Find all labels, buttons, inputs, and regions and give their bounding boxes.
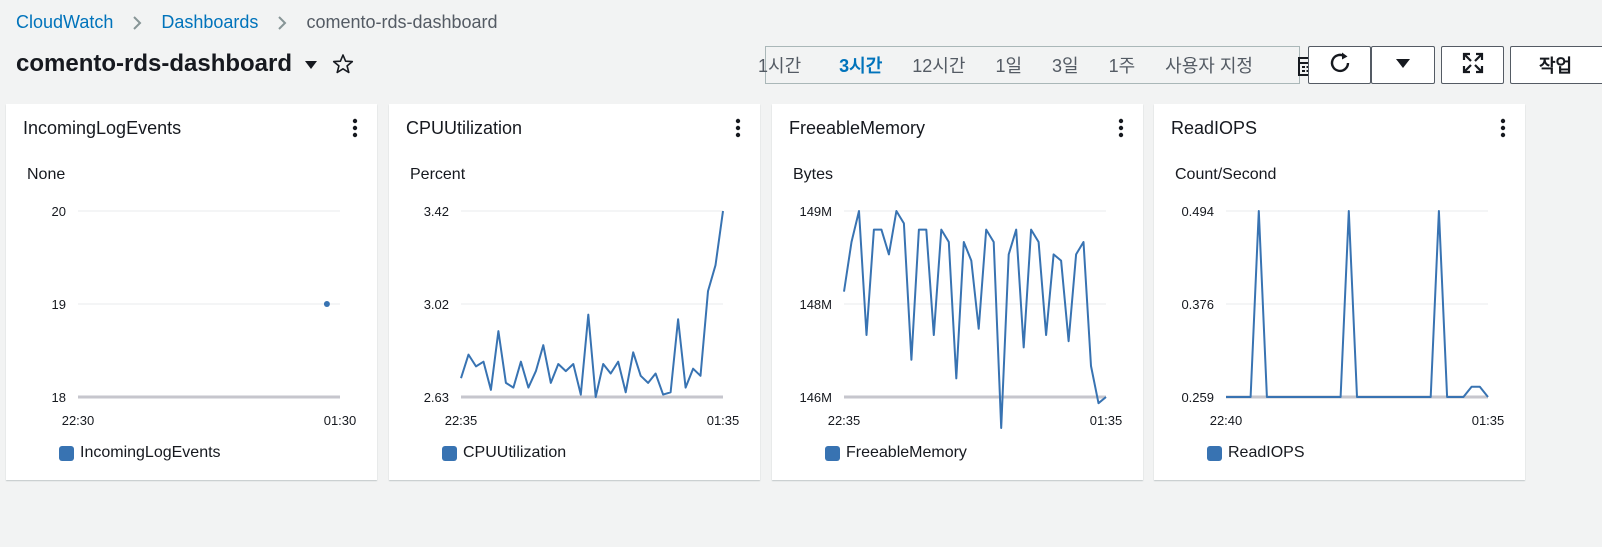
legend-swatch <box>825 445 840 461</box>
actions-button-label: 작업 <box>1539 56 1573 76</box>
time-range-3h[interactable]: 3시간 <box>839 52 882 78</box>
x-tick-label: 22:35 <box>445 413 478 428</box>
widget-readiops: ReadIOPS Count/Second 0.494 0.376 0.259 22:… <box>1154 104 1525 480</box>
chevron-right-icon <box>131 15 143 31</box>
legend-swatch <box>1207 445 1222 461</box>
y-tick-label: 20 <box>52 204 66 219</box>
time-range-3d[interactable]: 3일 <box>1052 52 1079 78</box>
y-tick-label: 149M <box>799 204 832 219</box>
legend-swatch <box>442 445 457 461</box>
widget-title: ReadIOPS <box>1171 118 1258 138</box>
time-range-custom[interactable]: 사용자 지정 <box>1165 52 1253 78</box>
page-title: comento-rds-dashboard <box>16 50 293 77</box>
time-range-12h[interactable]: 12시간 <box>912 52 965 78</box>
chevron-right-icon <box>276 15 288 31</box>
breadcrumb-current: comento-rds-dashboard <box>306 12 498 32</box>
y-tick-label: 3.02 <box>424 297 449 312</box>
x-tick-label: 01:30 <box>324 413 357 428</box>
y-tick-label: 0.376 <box>1181 297 1214 312</box>
refresh-button[interactable] <box>1308 46 1371 84</box>
caret-down-icon[interactable] <box>304 57 318 71</box>
widget-unit-label: Count/Second <box>1175 166 1277 183</box>
y-tick-label: 0.259 <box>1181 390 1214 405</box>
x-tick-label: 22:40 <box>1210 413 1243 428</box>
time-range-1w[interactable]: 1주 <box>1109 52 1136 78</box>
series-line <box>843 210 1107 429</box>
breadcrumb: CloudWatch Dashboards comento-rds-dashbo… <box>16 12 498 33</box>
widget-title: CPUUtilization <box>406 118 523 138</box>
x-tick-label: 22:30 <box>62 413 95 428</box>
legend-item[interactable]: ReadIOPS <box>1207 444 1304 462</box>
chart-freeablememory: 149M 148M 146M 22:35 01:35 <box>799 204 1123 429</box>
actions-button[interactable]: 작업 <box>1510 46 1602 84</box>
breadcrumb-dashboards-link[interactable]: Dashboards <box>161 12 258 33</box>
more-vertical-icon[interactable] <box>349 118 361 138</box>
legend-swatch <box>59 445 74 461</box>
refresh-options-dropdown[interactable] <box>1371 46 1435 84</box>
title-row: comento-rds-dashboard <box>16 50 354 78</box>
caret-down-icon <box>1395 56 1411 74</box>
legend-item[interactable]: FreeableMemory <box>825 444 967 462</box>
y-tick-label: 3.42 <box>424 204 449 219</box>
fullscreen-button[interactable] <box>1441 46 1504 84</box>
chart-readiops: 0.494 0.376 0.259 22:40 01:35 <box>1181 204 1505 428</box>
x-tick-label: 22:35 <box>828 413 861 428</box>
time-range-selector: 1시간 3시간 12시간 1일 3일 1주 사용자 지정 <box>758 46 1300 84</box>
legend-label: ReadIOPS <box>1228 444 1305 461</box>
x-tick-label: 01:35 <box>1472 413 1505 428</box>
more-vertical-icon[interactable] <box>1115 118 1127 138</box>
y-tick-label: 2.63 <box>424 390 449 405</box>
more-vertical-icon[interactable] <box>732 118 744 138</box>
time-range-1h[interactable]: 1시간 <box>758 52 801 78</box>
time-range-1d[interactable]: 1일 <box>995 52 1022 78</box>
y-tick-label: 148M <box>799 297 832 312</box>
chart-cpuutilization: 3.42 3.02 2.63 22:35 01:35 <box>424 204 740 428</box>
legend-item[interactable]: IncomingLogEvents <box>59 444 221 462</box>
widget-cpuutilization: CPUUtilization Percent 3.42 3.02 2.63 22:35… <box>389 104 760 480</box>
widget-title: IncomingLogEvents <box>23 118 182 138</box>
widget-unit-label: Percent <box>410 166 466 183</box>
x-tick-label: 01:35 <box>1090 413 1123 428</box>
widget-freeablememory: FreeableMemory Bytes 149M 148M 146M 22:35 01… <box>772 104 1143 480</box>
y-tick-label: 0.494 <box>1181 204 1214 219</box>
y-tick-label: 19 <box>52 297 66 312</box>
fullscreen-icon <box>1462 52 1484 79</box>
widget-title: FreeableMemory <box>789 118 926 138</box>
refresh-icon <box>1327 50 1353 81</box>
breadcrumb-cloudwatch-link[interactable]: CloudWatch <box>16 12 113 33</box>
more-vertical-icon[interactable] <box>1497 118 1509 138</box>
legend-label: IncomingLogEvents <box>80 444 221 461</box>
legend-item[interactable]: CPUUtilization <box>442 444 566 462</box>
widget-incominglogevents: IncomingLogEvents None 20 19 18 22:30 01:30 … <box>6 104 377 480</box>
widget-unit-label: None <box>27 166 66 183</box>
legend-label: FreeableMemory <box>846 444 967 461</box>
star-icon[interactable] <box>332 53 354 75</box>
data-point <box>323 301 330 307</box>
legend-label: CPUUtilization <box>463 444 567 461</box>
y-tick-label: 146M <box>799 390 832 405</box>
y-tick-label: 18 <box>52 390 66 405</box>
widget-unit-label: Bytes <box>793 166 834 183</box>
chart-incominglogevents: 20 19 18 22:30 01:30 <box>52 204 357 428</box>
x-tick-label: 01:35 <box>707 413 740 428</box>
